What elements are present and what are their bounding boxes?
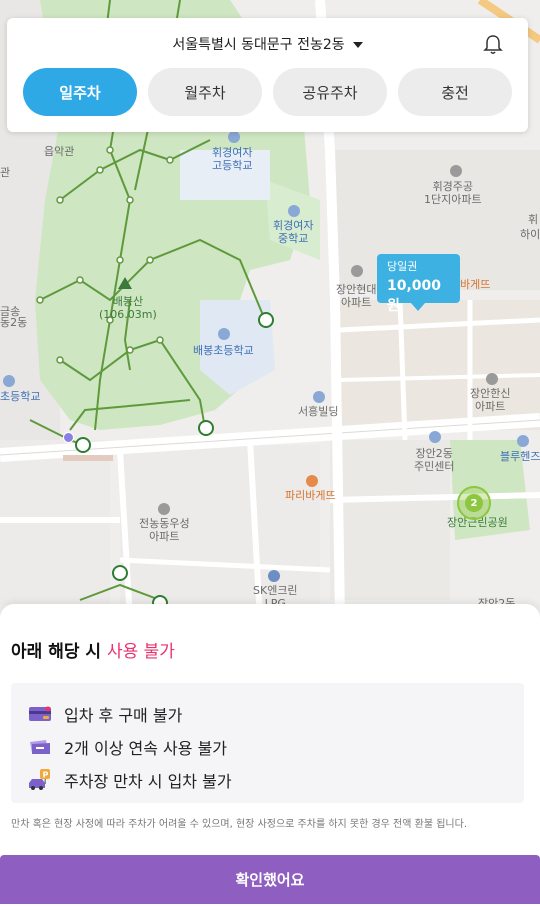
map-label-hwigyeong-girls-high: 휘경여자 고등학교 — [212, 146, 253, 172]
location-selector[interactable]: 서울특별시 동대문구 전농2동 — [7, 34, 528, 54]
rules-box: 입차 후 구매 불가 2개 이상 연속 사용 불가 P 주차장 만차 시 입차 … — [11, 683, 524, 803]
confirm-button[interactable]: 확인했어요 — [0, 855, 540, 904]
rule-text: 주차장 만차 시 입차 불가 — [64, 771, 232, 791]
refund-disclaimer: 만차 혹은 현장 사정에 따라 주차가 어려울 수 있으며, 현장 사정으로 주… — [11, 819, 467, 830]
map-label-eulak: 읍악관 — [44, 145, 75, 158]
bell-icon[interactable] — [483, 34, 503, 56]
map-label-jangan-hyundai: 장안현대 아파트 — [336, 283, 377, 309]
map-label-jangan-hanshin: 장안한신 아파트 — [470, 387, 511, 413]
parking-price-marker[interactable]: 당일권 10,000원 — [377, 254, 460, 314]
parking-car-icon: P — [27, 768, 53, 791]
marker-ticket-type: 당일권 — [387, 260, 418, 273]
map-label-seoheung: 서흥빌딩 — [298, 405, 339, 418]
cluster-count: 2 — [465, 494, 483, 512]
caret-down-icon — [352, 42, 363, 48]
map-label-hwi: 휘 — [528, 213, 539, 226]
restrictions-sheet: 아래 해당 시 사용 불가 입차 후 구매 불가 2개 이상 연속 사용 불가 … — [0, 604, 540, 910]
sheet-title-prefix: 아래 해당 시 — [11, 642, 107, 662]
map-label-baebongsan: 배봉산 (106.03m) — [99, 295, 157, 321]
tab-daily-parking[interactable]: 일주차 — [23, 68, 137, 116]
rule-text: 입차 후 구매 불가 — [64, 705, 183, 725]
map-label-jangan2dong-center: 장안2동 주민센터 — [414, 447, 455, 473]
tab-charging[interactable]: 충전 — [398, 68, 512, 116]
rule-item: 입차 후 구매 불가 — [27, 697, 508, 730]
map-label-baebong-elementary: 배봉초등학교 — [193, 344, 254, 357]
tab-monthly-parking[interactable]: 월주차 — [148, 68, 262, 116]
svg-text:P: P — [43, 770, 49, 779]
sheet-title-warning: 사용 불가 — [106, 642, 175, 662]
rule-item: 2개 이상 연속 사용 불가 — [27, 730, 508, 763]
map-label-left-school: 초등학교 — [0, 390, 41, 403]
ticket-icon — [27, 736, 53, 758]
map-label-paris-baguette: 파리바게뜨 — [285, 489, 336, 502]
map-label-gwan: 관 — [0, 166, 11, 179]
map-label-blue-center: 블루헨즈 — [500, 450, 540, 463]
parking-cluster-marker[interactable]: 2 — [457, 486, 491, 520]
map-label-paris-baguette-2: 바게뜨 — [460, 278, 491, 291]
current-location-dot — [63, 432, 74, 443]
sheet-title: 아래 해당 시 사용 불가 — [11, 637, 175, 662]
credit-card-icon — [27, 703, 53, 725]
map-label-hwigyeong-jugong: 휘경주공 1단지아파트 — [424, 180, 482, 206]
map-label-hwigyeong-girls-middle: 휘경여자 중학교 — [273, 219, 314, 245]
parking-type-tabs: 일주차 월주차 공유주차 충전 — [23, 68, 512, 116]
rule-text: 2개 이상 연속 사용 불가 — [64, 738, 228, 758]
map-label-jeonnong-apt: 전농동우성 아파트 — [139, 517, 190, 543]
map-label-hai: 하이 — [520, 228, 540, 241]
map-label-left-2dong: 동2동 — [0, 316, 28, 329]
rule-item: P 주차장 만차 시 입차 불가 — [27, 763, 508, 796]
location-label: 서울특별시 동대문구 전농2동 — [172, 37, 345, 53]
header-card: 서울특별시 동대문구 전농2동 일주차 월주차 공유주차 충전 — [7, 18, 528, 132]
marker-price: 10,000원 — [387, 278, 442, 314]
tab-shared-parking[interactable]: 공유주차 — [273, 68, 387, 116]
